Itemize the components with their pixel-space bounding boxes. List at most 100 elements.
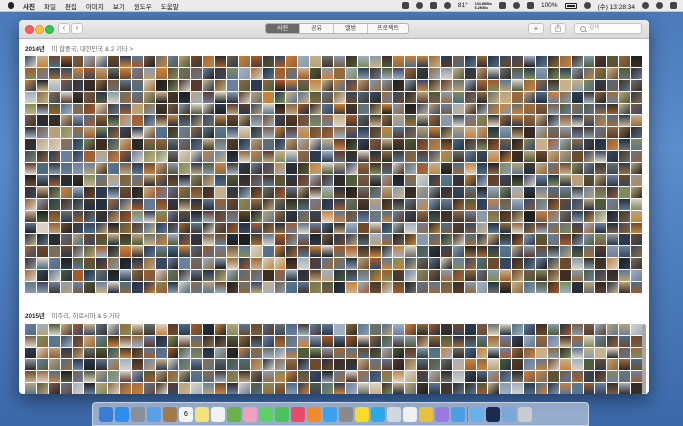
- photo-thumbnail[interactable]: [571, 222, 583, 234]
- photo-thumbnail[interactable]: [500, 210, 512, 222]
- photo-thumbnail[interactable]: [417, 335, 429, 347]
- photo-thumbnail[interactable]: [333, 91, 345, 103]
- photo-thumbnail[interactable]: [547, 67, 559, 79]
- photo-thumbnail[interactable]: [369, 383, 381, 394]
- photo-thumbnail[interactable]: [417, 359, 429, 371]
- photo-thumbnail[interactable]: [96, 103, 108, 115]
- photo-thumbnail[interactable]: [595, 163, 607, 174]
- photo-thumbnail[interactable]: [417, 151, 429, 163]
- photo-thumbnail[interactable]: [120, 151, 131, 163]
- photo-thumbnail[interactable]: [405, 79, 417, 91]
- photo-thumbnail[interactable]: [131, 335, 143, 347]
- photo-thumbnail[interactable]: [286, 91, 298, 103]
- photo-thumbnail[interactable]: [72, 222, 84, 234]
- photo-thumbnail[interactable]: [167, 67, 179, 79]
- photo-thumbnail[interactable]: [631, 103, 642, 115]
- photo-thumbnail[interactable]: [607, 210, 619, 222]
- photo-thumbnail[interactable]: [464, 67, 476, 79]
- photo-thumbnail[interactable]: [500, 234, 512, 246]
- photo-thumbnail[interactable]: [547, 151, 559, 163]
- photo-thumbnail[interactable]: [607, 186, 619, 198]
- photo-thumbnail[interactable]: [464, 115, 476, 127]
- photo-thumbnail[interactable]: [131, 67, 143, 79]
- photo-thumbnail[interactable]: [96, 222, 108, 234]
- photo-thumbnail[interactable]: [131, 91, 143, 103]
- photo-thumbnail[interactable]: [333, 258, 345, 270]
- photo-thumbnail[interactable]: [369, 186, 381, 198]
- photo-thumbnail[interactable]: [452, 115, 464, 127]
- photo-thumbnail[interactable]: [571, 186, 583, 198]
- photo-thumbnail[interactable]: [464, 222, 476, 234]
- photo-thumbnail[interactable]: [440, 335, 452, 347]
- photo-thumbnail[interactable]: [500, 56, 512, 67]
- photo-thumbnail[interactable]: [571, 103, 583, 115]
- photo-thumbnail[interactable]: [393, 79, 405, 91]
- photo-thumbnail[interactable]: [464, 103, 476, 115]
- photo-thumbnail[interactable]: [381, 91, 393, 103]
- photo-thumbnail[interactable]: [108, 246, 120, 258]
- photo-thumbnail[interactable]: [310, 139, 322, 151]
- photo-thumbnail[interactable]: [48, 139, 60, 151]
- photo-thumbnail[interactable]: [274, 103, 286, 115]
- photo-thumbnail[interactable]: [369, 151, 381, 163]
- photo-thumbnail[interactable]: [429, 115, 440, 127]
- photo-thumbnail[interactable]: [120, 186, 131, 198]
- apple-icon[interactable]: [8, 2, 14, 9]
- dock-kakaotalk-icon[interactable]: [355, 406, 369, 422]
- photo-thumbnail[interactable]: [619, 91, 631, 103]
- photo-thumbnail[interactable]: [381, 151, 393, 163]
- photo-thumbnail[interactable]: [357, 91, 369, 103]
- photo-thumbnail[interactable]: [310, 210, 322, 222]
- photo-thumbnail[interactable]: [179, 103, 191, 115]
- photo-thumbnail[interactable]: [120, 127, 131, 139]
- photo-thumbnail[interactable]: [274, 258, 286, 270]
- photo-thumbnail[interactable]: [559, 139, 571, 151]
- photo-thumbnail[interactable]: [143, 186, 155, 198]
- dock-textedit-icon[interactable]: [403, 406, 417, 422]
- photo-thumbnail[interactable]: [108, 91, 120, 103]
- zoom-button[interactable]: [45, 25, 54, 34]
- photo-thumbnail[interactable]: [488, 186, 500, 198]
- photo-thumbnail[interactable]: [179, 270, 191, 282]
- photo-thumbnail[interactable]: [595, 258, 607, 270]
- photo-thumbnail[interactable]: [72, 383, 84, 394]
- photo-thumbnail[interactable]: [369, 67, 381, 79]
- photo-thumbnail[interactable]: [512, 56, 524, 67]
- photo-thumbnail[interactable]: [238, 56, 250, 67]
- photo-thumbnail[interactable]: [48, 210, 60, 222]
- photo-thumbnail[interactable]: [559, 163, 571, 174]
- photo-thumbnail[interactable]: [143, 371, 155, 383]
- photo-thumbnail[interactable]: [227, 246, 238, 258]
- photo-thumbnail[interactable]: [322, 186, 333, 198]
- photo-thumbnail[interactable]: [536, 139, 547, 151]
- photo-thumbnail[interactable]: [488, 79, 500, 91]
- photo-thumbnail[interactable]: [583, 210, 595, 222]
- photo-thumbnail[interactable]: [607, 335, 619, 347]
- photo-thumbnail[interactable]: [48, 371, 60, 383]
- photo-thumbnail[interactable]: [571, 91, 583, 103]
- photo-thumbnail[interactable]: [179, 335, 191, 347]
- photo-thumbnail[interactable]: [322, 91, 333, 103]
- photo-thumbnail[interactable]: [215, 383, 227, 394]
- bluetooth-icon[interactable]: [429, 2, 437, 9]
- photo-thumbnail[interactable]: [619, 186, 631, 198]
- photo-thumbnail[interactable]: [559, 383, 571, 394]
- photo-thumbnail[interactable]: [524, 324, 536, 335]
- photo-thumbnail[interactable]: [452, 67, 464, 79]
- photo-thumbnail[interactable]: [203, 222, 215, 234]
- photo-thumbnail[interactable]: [512, 324, 524, 335]
- photo-thumbnail[interactable]: [25, 371, 36, 383]
- photo-thumbnail[interactable]: [143, 115, 155, 127]
- photo-thumbnail[interactable]: [96, 198, 108, 210]
- photo-thumbnail[interactable]: [36, 347, 48, 359]
- photo-thumbnail[interactable]: [440, 115, 452, 127]
- photo-thumbnail[interactable]: [298, 186, 310, 198]
- photo-thumbnail[interactable]: [476, 246, 488, 258]
- photo-thumbnail[interactable]: [393, 383, 405, 394]
- photo-thumbnail[interactable]: [631, 324, 642, 335]
- photo-thumbnail[interactable]: [488, 324, 500, 335]
- photo-thumbnail[interactable]: [96, 115, 108, 127]
- dock-safari-icon[interactable]: [115, 406, 129, 422]
- photo-thumbnail[interactable]: [203, 347, 215, 359]
- photo-thumbnail[interactable]: [631, 56, 642, 67]
